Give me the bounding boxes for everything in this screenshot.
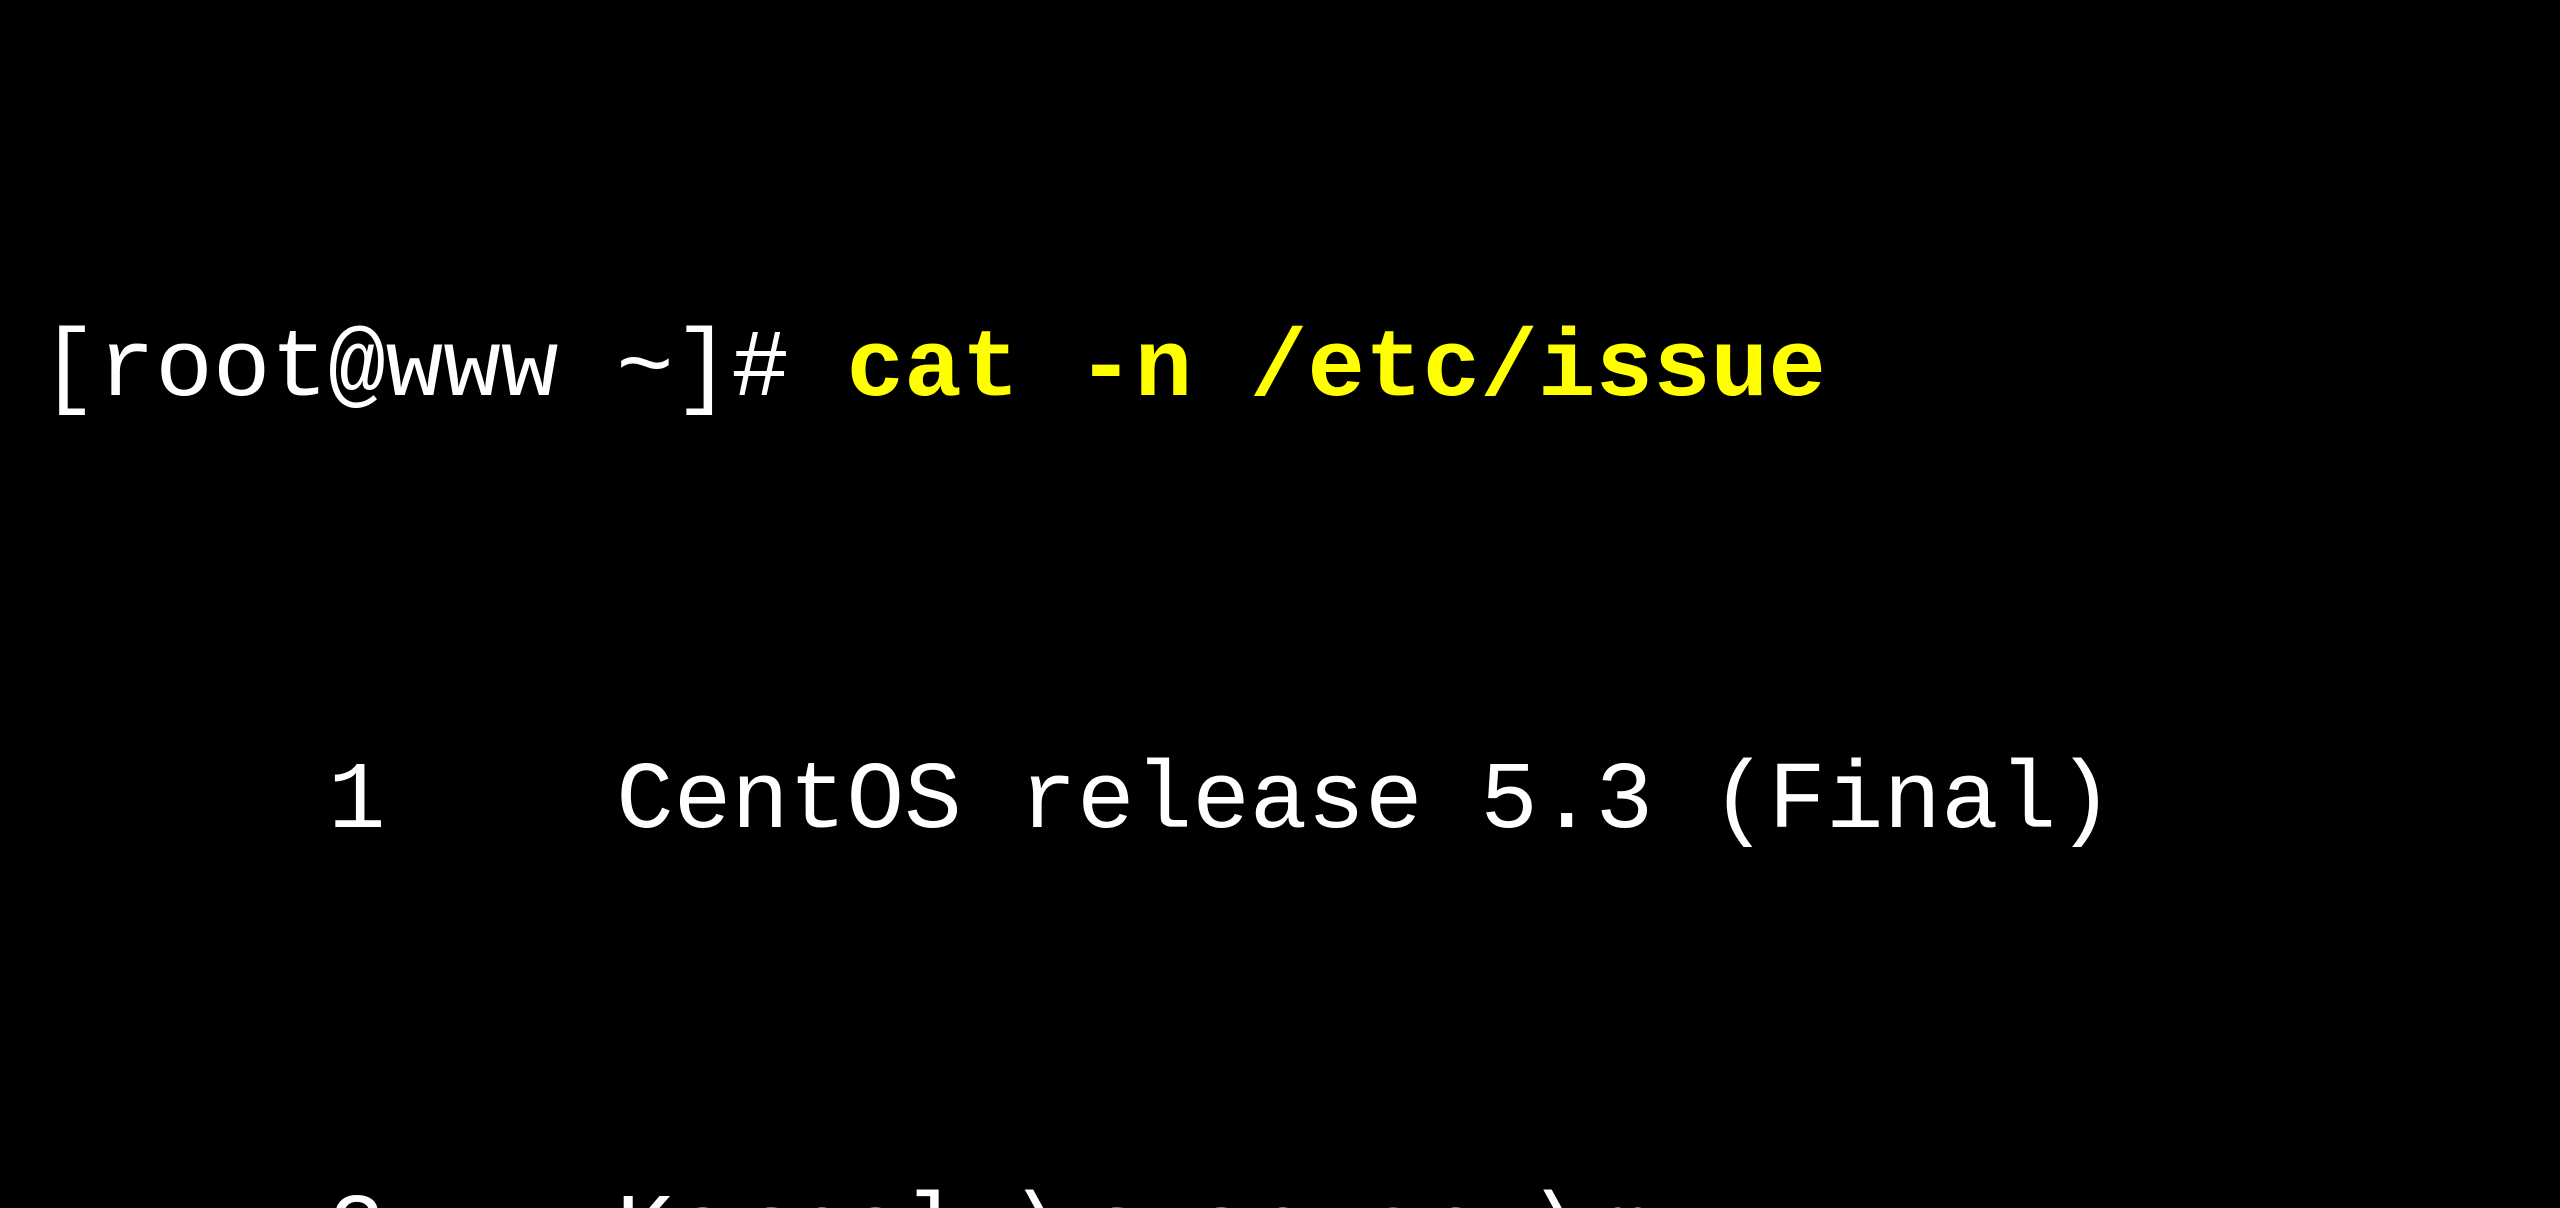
shell-prompt: [root@www ~]# xyxy=(40,315,847,424)
line-number: 2 xyxy=(40,1162,386,1208)
output-line: 1 CentOS release 5.3 (Final) xyxy=(40,730,2520,874)
line-content: CentOS release 5.3 (Final) xyxy=(386,747,2114,856)
line-number: 1 xyxy=(40,730,386,874)
output-line: 2 Kernel \r on an \m xyxy=(40,1162,2520,1208)
command-text: cat -n /etc/issue xyxy=(847,315,1826,424)
terminal-window[interactable]: [root@www ~]# cat -n /etc/issue 1 CentOS… xyxy=(0,0,2560,1208)
command-line: [root@www ~]# cat -n /etc/issue xyxy=(40,298,2520,442)
line-content: Kernel \r on an \m xyxy=(386,1179,1653,1208)
